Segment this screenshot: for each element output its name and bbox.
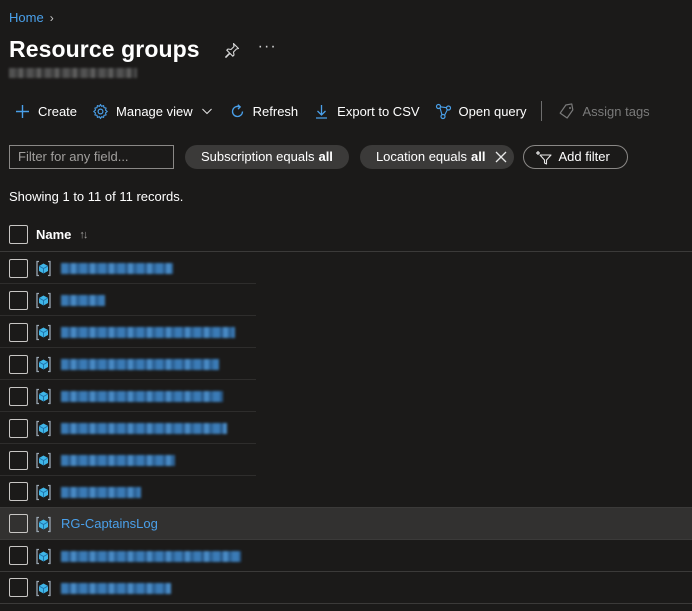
table-row[interactable]	[0, 540, 692, 572]
sort-icon[interactable]: ↑↓	[79, 229, 88, 241]
table-row[interactable]	[0, 252, 692, 284]
resource-group-icon	[36, 420, 51, 437]
plus-icon	[16, 104, 29, 118]
redacted-resource-name[interactable]	[61, 263, 173, 274]
row-checkbox[interactable]	[9, 418, 28, 438]
command-bar: Create Manage view Refresh Export to CSV…	[14, 100, 665, 122]
manage-view-button[interactable]: Manage view	[92, 103, 214, 120]
close-icon[interactable]	[494, 150, 508, 164]
page-title: Resource groups	[9, 36, 200, 62]
subtitle-redacted	[9, 68, 137, 78]
row-checkbox[interactable]	[9, 258, 28, 278]
gear-icon	[93, 103, 108, 119]
filter-bar: Subscription equals all Location equals …	[9, 144, 628, 169]
redacted-resource-name[interactable]	[61, 295, 105, 306]
table-row[interactable]	[0, 316, 692, 348]
query-graph-icon	[435, 103, 451, 119]
grid-header: Name ↑↓	[0, 218, 692, 252]
open-query-label: Open query	[458, 103, 527, 119]
row-checkbox[interactable]	[9, 514, 28, 533]
resource-group-icon	[36, 292, 51, 309]
redacted-resource-name[interactable]	[61, 455, 175, 466]
redacted-resource-name[interactable]	[61, 487, 141, 498]
toolbar-divider	[541, 101, 543, 121]
subscription-filter-value: all	[318, 149, 333, 164]
refresh-label: Refresh	[252, 103, 299, 119]
row-checkbox[interactable]	[9, 354, 28, 374]
add-filter-button[interactable]: Add filter	[523, 144, 628, 169]
assign-tags-label: Assign tags	[582, 103, 650, 119]
row-checkbox[interactable]	[9, 482, 28, 501]
subscription-filter-pill[interactable]: Subscription equals all	[185, 144, 349, 169]
records-summary: Showing 1 to 11 of 11 records.	[9, 189, 184, 204]
refresh-icon	[231, 103, 243, 117]
location-filter-pill[interactable]: Location equals all	[359, 144, 515, 169]
table-row[interactable]	[0, 284, 692, 316]
row-checkbox[interactable]	[9, 450, 28, 470]
pin-icon[interactable]	[224, 42, 240, 58]
export-csv-label: Export to CSV	[337, 103, 420, 119]
filter-input[interactable]	[9, 144, 174, 169]
manage-view-label: Manage view	[116, 103, 193, 119]
resource-group-icon	[36, 452, 51, 469]
chevron-right-icon: ›	[49, 10, 54, 25]
table-row[interactable]	[0, 348, 692, 380]
table-row[interactable]: RG-CaptainsLog	[0, 508, 692, 540]
add-filter-icon	[536, 150, 553, 165]
add-filter-label: Add filter	[558, 149, 610, 164]
location-filter-value: all	[471, 149, 486, 164]
row-checkbox[interactable]	[9, 322, 28, 342]
table-row[interactable]	[0, 572, 692, 604]
resource-group-link[interactable]: RG-CaptainsLog	[61, 516, 158, 531]
export-csv-button[interactable]: Export to CSV	[313, 103, 420, 120]
grid-body: RG-CaptainsLog	[0, 252, 692, 604]
breadcrumb-home-link[interactable]: Home	[9, 10, 44, 25]
resource-group-icon	[36, 260, 51, 277]
name-column-label: Name	[36, 227, 72, 242]
subscription-filter-label: Subscription equals	[201, 149, 315, 164]
resource-group-icon	[36, 548, 51, 565]
location-filter-label: Location equals	[375, 149, 468, 164]
breadcrumb: Home ›	[9, 10, 54, 25]
resource-group-icon	[36, 324, 51, 341]
table-row[interactable]	[0, 412, 692, 444]
resource-group-icon	[36, 484, 51, 501]
chevron-down-icon	[201, 108, 212, 115]
redacted-resource-name[interactable]	[61, 359, 219, 370]
tag-icon	[560, 102, 574, 119]
create-button[interactable]: Create	[14, 103, 77, 120]
table-row[interactable]	[0, 380, 692, 412]
refresh-button[interactable]: Refresh	[229, 103, 299, 120]
more-options-icon[interactable]: ···	[258, 38, 277, 58]
assign-tags-button[interactable]: Assign tags	[558, 102, 650, 120]
row-checkbox[interactable]	[9, 578, 28, 597]
resource-group-icon	[36, 356, 51, 373]
row-checkbox[interactable]	[9, 546, 28, 565]
redacted-resource-name[interactable]	[61, 551, 241, 562]
resource-groups-grid: Name ↑↓ RG-CaptainsLog	[0, 218, 692, 604]
redacted-resource-name[interactable]	[61, 423, 227, 434]
select-all-checkbox[interactable]	[9, 225, 28, 244]
resource-group-icon	[36, 388, 51, 405]
table-row[interactable]	[0, 476, 692, 508]
title-row: Resource groups ···	[9, 36, 277, 63]
resource-group-icon	[36, 516, 51, 533]
name-column-header[interactable]: Name ↑↓	[36, 227, 88, 242]
row-checkbox[interactable]	[9, 290, 28, 310]
table-row[interactable]	[0, 444, 692, 476]
download-icon	[316, 104, 328, 119]
row-checkbox[interactable]	[9, 386, 28, 406]
redacted-resource-name[interactable]	[61, 583, 171, 594]
open-query-button[interactable]: Open query	[435, 103, 527, 120]
redacted-resource-name[interactable]	[61, 391, 223, 402]
create-label: Create	[38, 103, 78, 119]
redacted-resource-name[interactable]	[61, 327, 235, 338]
resource-group-icon	[36, 580, 51, 597]
